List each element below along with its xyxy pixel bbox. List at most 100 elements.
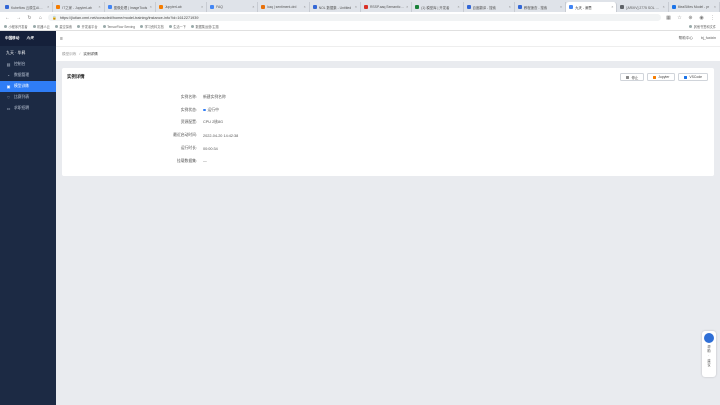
tab-close-icon[interactable]: × bbox=[150, 5, 152, 9]
url-text: https://jiutian.cmri.net/console#/home/m… bbox=[59, 15, 199, 20]
tab-favicon-icon bbox=[56, 5, 61, 9]
reader-icon[interactable]: ▦ bbox=[665, 15, 672, 21]
user-menu[interactable]: bj_fuxixin bbox=[701, 36, 716, 41]
sidebar-item-1[interactable]: ◔ 数据管理 bbox=[0, 70, 56, 81]
bookmark-item[interactable]: TensorFlow Serving bbox=[102, 24, 136, 29]
browser-tab[interactable]: FAQ × bbox=[207, 2, 259, 12]
bookmark-item[interactable]: 学习资料文档 bbox=[140, 24, 164, 29]
reload-icon[interactable]: ↻ bbox=[26, 15, 33, 21]
browser-tab[interactable]: JupyterLab × bbox=[156, 2, 208, 12]
detail-row: 最近启动时间: 2022-04-20 14:42:38 bbox=[120, 129, 238, 142]
browser-tab[interactable]: [ARXIV] 2775 SOL 面向 × bbox=[617, 2, 669, 12]
tab-close-icon[interactable]: × bbox=[406, 5, 408, 9]
field-label: 资源配置: bbox=[180, 120, 197, 125]
bookmark-icon bbox=[190, 25, 194, 28]
browser-tab[interactable]: kaq | sentiment-drd × bbox=[258, 2, 310, 12]
browser-tab[interactable]: IT之家 - JupyterLab × bbox=[53, 2, 105, 12]
tab-close-icon[interactable]: × bbox=[252, 5, 254, 9]
tab-favicon-icon bbox=[671, 5, 676, 9]
star-icon[interactable]: ☆ bbox=[676, 15, 683, 21]
detail-row: 实例状态: 运行中 bbox=[120, 104, 238, 117]
assistant-avatar-icon bbox=[704, 333, 714, 343]
tab-close-icon[interactable]: × bbox=[663, 5, 665, 9]
field-value: 2022-04-20 14:42:38 bbox=[203, 134, 238, 138]
tab-close-icon[interactable]: × bbox=[611, 5, 613, 9]
field-value: 00:00:34 bbox=[203, 147, 218, 151]
brand-logo[interactable]: 中国移动 九天 bbox=[0, 31, 56, 46]
tab-close-icon[interactable]: × bbox=[355, 5, 357, 9]
bookmark-label: TensorFlow Serving bbox=[107, 24, 136, 29]
vscode-button[interactable]: VSCode bbox=[678, 73, 708, 81]
bookmark-item[interactable]: 数据集运营/主题 bbox=[190, 24, 219, 29]
tab-title: JupyterLab bbox=[164, 5, 182, 9]
bookmark-other[interactable]: 其他书签和文件 bbox=[689, 24, 716, 29]
tab-title: 九天 - 深思 bbox=[575, 5, 592, 10]
sidebar-item-icon: ♡ bbox=[6, 95, 11, 100]
browser-tab[interactable]: 九天 - 深思 × bbox=[566, 2, 618, 12]
sidebar-item-4[interactable]: ▭ 求职招聘 bbox=[0, 103, 56, 114]
sidebar-menu: ▤ 控制台 ◔ 数据管理 ▣ 模型训练 ♡ 比赛列表 ▭ 求职招聘 bbox=[0, 59, 56, 114]
browser-tab[interactable]: (1) 模型库 | 开发者 × bbox=[412, 2, 464, 12]
button-label: VSCode bbox=[689, 75, 702, 79]
tab-title: RSSP.aaq Semantic En bbox=[369, 5, 405, 9]
profile-icon[interactable]: ◉ bbox=[698, 15, 705, 21]
tab-title: 百度翻译 - 搜索 bbox=[472, 5, 496, 10]
tab-close-icon[interactable]: × bbox=[457, 5, 459, 9]
forward-icon[interactable]: → bbox=[15, 15, 22, 21]
more-icon[interactable]: ⋮ bbox=[709, 15, 716, 21]
browser-tab[interactable]: NOL 数据集 - Untitled × bbox=[310, 2, 361, 12]
bookmark-item[interactable]: 开发者平台 bbox=[77, 24, 98, 29]
tab-close-icon[interactable]: × bbox=[99, 5, 101, 9]
tab-title: MeaSMes Model - pr bbox=[677, 5, 710, 9]
url-field[interactable]: 🔒 https://jiutian.cmri.net/console#/home… bbox=[48, 14, 661, 21]
browser-tab[interactable]: 教程速查 - 搜索 × bbox=[515, 2, 567, 12]
bookmark-label: 学习资料文档 bbox=[144, 25, 164, 29]
browser-tab[interactable]: Kubeflow 云原生AI平台 × bbox=[2, 2, 54, 12]
tab-close-icon[interactable]: × bbox=[47, 5, 49, 9]
sidebar-item-2[interactable]: ▣ 模型训练 bbox=[0, 81, 56, 92]
bookmark-label: 生活一下 bbox=[173, 25, 186, 29]
tab-close-icon[interactable]: × bbox=[560, 5, 562, 9]
extensions-icon[interactable]: ⊕ bbox=[687, 15, 694, 21]
browser-tab[interactable]: 图像处理 | ImageTools × bbox=[105, 2, 156, 12]
browser-tab[interactable]: RSSP.aaq Semantic En × bbox=[361, 2, 413, 12]
tab-close-icon[interactable]: × bbox=[714, 5, 716, 9]
breadcrumb-current: 实例详情 bbox=[83, 51, 98, 56]
stop-button[interactable]: 停止 bbox=[620, 73, 645, 81]
field-value: 新建实例名称 bbox=[203, 95, 226, 100]
help-widget[interactable]: 帮助 · 建议 bbox=[702, 331, 716, 377]
bookmark-icon bbox=[32, 25, 36, 28]
bookmark-item[interactable]: 星空探索 bbox=[54, 24, 72, 29]
bookmark-item[interactable]: 机器人云 bbox=[32, 24, 50, 29]
bookmark-label: 数据集运营/主题 bbox=[195, 25, 219, 29]
bookmark-other-label: 其他书签和文件 bbox=[693, 25, 716, 29]
jupyter-button[interactable]: Jupyter bbox=[647, 73, 676, 81]
browser-tab[interactable]: 百度翻译 - 搜索 × bbox=[464, 2, 515, 12]
tab-close-icon[interactable]: × bbox=[509, 5, 511, 9]
back-icon[interactable]: ← bbox=[4, 15, 11, 21]
help-center-link[interactable]: 帮助中心 bbox=[679, 36, 693, 41]
sidebar: 中国移动 九天 九天 · 毕昇 ▤ 控制台 ◔ 数据管理 ▣ 模型训练 ♡ 比赛列表 ▭ 求职招聘 bbox=[0, 31, 56, 405]
tab-close-icon[interactable]: × bbox=[304, 5, 306, 9]
field-value-text: 2022-04-20 14:42:38 bbox=[203, 133, 239, 138]
home-icon[interactable]: ⌂ bbox=[37, 15, 44, 21]
tab-favicon-icon bbox=[158, 5, 163, 9]
menu-toggle-icon[interactable]: ≡ bbox=[60, 36, 63, 42]
tab-favicon-icon bbox=[261, 5, 266, 9]
bookmark-label: 开发者平台 bbox=[81, 25, 98, 29]
browser-tab[interactable]: MeaSMes Model - pr × bbox=[669, 2, 720, 12]
tab-title: [ARXIV] 2775 SOL 面向 bbox=[626, 5, 661, 10]
bookmark-icon bbox=[140, 25, 144, 28]
tab-close-icon[interactable]: × bbox=[201, 5, 203, 9]
sidebar-item-icon: ▤ bbox=[6, 62, 11, 67]
tab-title: FAQ bbox=[216, 5, 223, 9]
bookmark-item[interactable]: 小程序开发者 bbox=[4, 24, 28, 29]
action-buttons: 停止 Jupyter VSCode bbox=[620, 73, 708, 81]
sidebar-item-3[interactable]: ♡ 比赛列表 bbox=[0, 92, 56, 103]
field-label: 实例名称: bbox=[180, 94, 197, 99]
button-icon bbox=[684, 75, 688, 79]
detail-fields: 实例名称: 新建实例名称 实例状态: 运行中 资源配置: CPU 2核8G 最近启动时间: 2… bbox=[120, 91, 238, 168]
breadcrumb-parent[interactable]: 模型训练 bbox=[62, 52, 76, 57]
bookmark-item[interactable]: 生活一下 bbox=[168, 24, 186, 29]
sidebar-item-0[interactable]: ▤ 控制台 bbox=[0, 59, 56, 70]
